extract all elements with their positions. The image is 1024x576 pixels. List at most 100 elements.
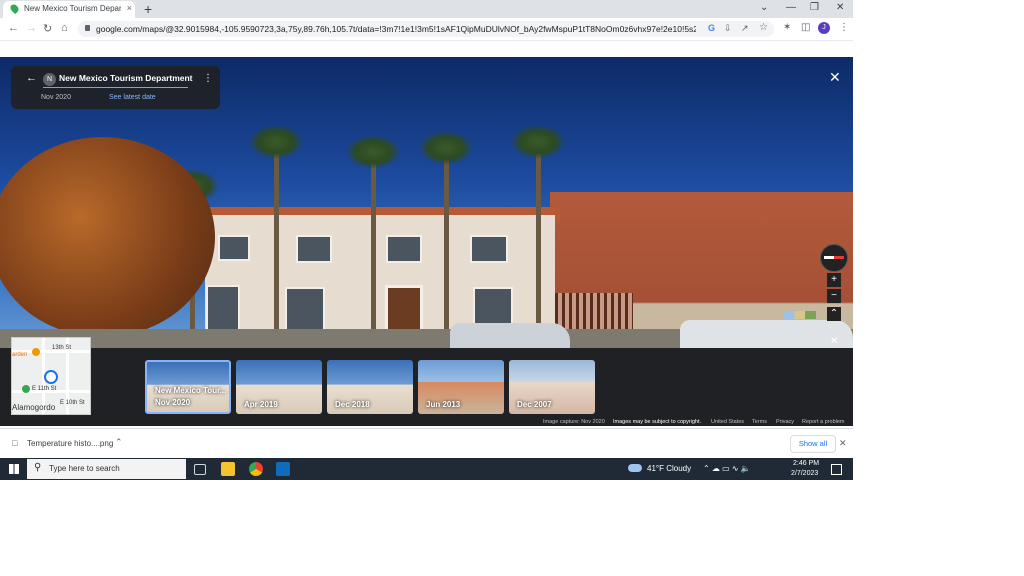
clock-time[interactable]: 2:46 PM bbox=[793, 460, 819, 467]
see-latest-date-link[interactable]: See latest date bbox=[109, 94, 156, 101]
back-arrow-icon[interactable]: ← bbox=[26, 72, 37, 84]
title-underline bbox=[43, 87, 188, 88]
reload-icon[interactable]: ↻ bbox=[43, 22, 52, 35]
install-icon[interactable]: ⇩ bbox=[724, 23, 732, 34]
poi-pin-icon bbox=[32, 348, 40, 356]
home-icon[interactable]: ⌂ bbox=[61, 22, 68, 34]
autumn-tree bbox=[0, 137, 215, 337]
palm-trunk bbox=[371, 157, 376, 347]
timeline-thumbnail[interactable]: Dec 2018 bbox=[327, 360, 413, 414]
compass-icon[interactable] bbox=[820, 244, 848, 272]
weather-cloud-icon bbox=[628, 464, 642, 472]
windows-start-icon[interactable] bbox=[9, 464, 19, 474]
tab-title: New Mexico Tourism Department bbox=[24, 4, 121, 13]
palm-fronds bbox=[511, 125, 565, 159]
file-explorer-icon[interactable] bbox=[221, 462, 235, 476]
timeline-thumbnail[interactable]: New Mexico Tour... Nov 2020 bbox=[145, 360, 231, 414]
window bbox=[206, 285, 240, 335]
more-options-icon[interactable]: ⋮ bbox=[203, 73, 213, 84]
bookmark-star-icon[interactable]: ☆ bbox=[759, 22, 768, 33]
zoom-out-button[interactable]: − bbox=[827, 289, 841, 303]
layers-thumbnail-icon[interactable] bbox=[784, 311, 816, 319]
capture-date-label: Nov 2020 bbox=[41, 94, 71, 101]
new-tab-button[interactable]: + bbox=[144, 1, 152, 17]
timeline-thumbnail[interactable]: Dec 2007 bbox=[509, 360, 595, 414]
window bbox=[470, 235, 508, 263]
minimap[interactable]: arden 13th St E 11th St E 10th St Alamog… bbox=[11, 337, 91, 415]
notification-icon[interactable] bbox=[831, 464, 842, 475]
weather-readout[interactable]: 41°F Cloudy bbox=[647, 464, 691, 473]
thumbnail-date: Jun 2013 bbox=[426, 400, 461, 409]
task-view-icon[interactable] bbox=[194, 464, 206, 475]
forward-arrow-icon[interactable]: → bbox=[26, 22, 37, 34]
timeline-thumbnail[interactable]: Apr 2019 bbox=[236, 360, 322, 414]
place-avatar: N bbox=[43, 73, 56, 86]
outlook-icon[interactable] bbox=[276, 462, 290, 476]
palm-fronds bbox=[249, 125, 303, 159]
image-capture-date: Image capture: Nov 2020 bbox=[543, 419, 605, 425]
window bbox=[296, 235, 332, 263]
thumbnail-date: Apr 2019 bbox=[244, 400, 278, 409]
taskbar-search-box[interactable]: ⚲ Type here to search bbox=[27, 459, 186, 479]
map-street-label: 13th St bbox=[52, 345, 72, 351]
windows-taskbar: ⚲ Type here to search 41°F Cloudy ⌃ ☁ ▭ … bbox=[0, 458, 853, 480]
map-city-label: Alamogordo bbox=[12, 403, 56, 412]
show-all-button[interactable]: Show all bbox=[790, 435, 836, 453]
search-icon: ⚲ bbox=[34, 462, 42, 473]
close-timeline-icon[interactable]: ✕ bbox=[830, 336, 838, 347]
close-street-view-button[interactable]: ✕ bbox=[829, 69, 841, 86]
palm-fronds bbox=[346, 135, 400, 169]
back-arrow-icon[interactable]: ← bbox=[8, 22, 19, 34]
browser-tab[interactable]: New Mexico Tourism Department × bbox=[3, 1, 135, 18]
url-text: google.com/maps/@32.9015984,-105.9590723… bbox=[96, 24, 696, 34]
system-tray-icons[interactable]: ⌃ ☁ ▭ ∿ 🔈 bbox=[703, 464, 751, 473]
tab-search-icon[interactable]: ⌄ bbox=[760, 2, 768, 13]
thumbnail-date: Nov 2020 bbox=[155, 398, 191, 407]
map-street-label: E 11th St bbox=[32, 386, 57, 392]
pegman-location-icon bbox=[44, 370, 58, 384]
palm-trunk bbox=[444, 153, 449, 347]
close-window-button[interactable]: ✕ bbox=[836, 2, 844, 13]
palm-trunk bbox=[274, 147, 279, 347]
privacy-link[interactable]: Privacy bbox=[776, 419, 794, 425]
google-lens-icon[interactable]: G bbox=[708, 23, 715, 33]
terms-link[interactable]: Terms bbox=[752, 419, 767, 425]
park-pin-icon bbox=[22, 385, 30, 393]
chrome-icon[interactable] bbox=[249, 462, 263, 476]
download-item[interactable]: Temperature histo....png bbox=[27, 439, 113, 448]
thumbnail-date: Dec 2007 bbox=[517, 400, 552, 409]
location-info-card: ← N New Mexico Tourism Department ⋮ Nov … bbox=[11, 66, 220, 109]
extensions-icon[interactable]: ✶ bbox=[783, 22, 791, 33]
map-label: arden bbox=[12, 352, 28, 358]
side-panel-icon[interactable]: ◫ bbox=[801, 22, 810, 33]
tab-strip: New Mexico Tourism Department × + ⌄ — ❐ … bbox=[0, 0, 853, 18]
clock-date[interactable]: 2/7/2023 bbox=[791, 470, 818, 477]
palm-trunk bbox=[536, 147, 541, 347]
download-bar: □ Temperature histo....png ⌃ Show all ✕ bbox=[0, 428, 853, 459]
collapse-icon[interactable]: ⌃ bbox=[827, 307, 841, 321]
compass-needle bbox=[824, 256, 844, 259]
tab-close-icon[interactable]: × bbox=[127, 3, 132, 13]
lock-icon bbox=[85, 25, 90, 31]
chevron-up-icon[interactable]: ⌃ bbox=[115, 437, 123, 448]
minimize-button[interactable]: — bbox=[786, 2, 796, 13]
place-title: New Mexico Tourism Department bbox=[59, 73, 193, 83]
window bbox=[218, 235, 250, 261]
map-street-label: E 10th St bbox=[60, 400, 85, 406]
window bbox=[386, 235, 422, 263]
thumbnail-title: New Mexico Tour... bbox=[155, 386, 227, 395]
restore-button[interactable]: ❐ bbox=[810, 2, 819, 13]
browser-toolbar: ← → ↻ ⌂ google.com/maps/@32.9015984,-105… bbox=[0, 18, 853, 41]
share-icon[interactable]: ↗ bbox=[741, 23, 749, 34]
report-problem-link[interactable]: Report a problem bbox=[802, 419, 845, 425]
palm-fronds bbox=[419, 131, 473, 165]
copyright-notice: Images may be subject to copyright. bbox=[613, 419, 702, 425]
thumbnail-date: Dec 2018 bbox=[335, 400, 370, 409]
zoom-in-button[interactable]: + bbox=[827, 273, 841, 287]
taskbar-search-placeholder: Type here to search bbox=[49, 464, 120, 473]
timeline-thumbnail[interactable]: Jun 2013 bbox=[418, 360, 504, 414]
profile-avatar[interactable]: J bbox=[818, 22, 830, 34]
close-download-bar-icon[interactable]: ✕ bbox=[839, 438, 847, 449]
address-bar[interactable]: google.com/maps/@32.9015984,-105.9590723… bbox=[78, 21, 774, 37]
menu-kebab-icon[interactable]: ⋮ bbox=[839, 22, 849, 33]
